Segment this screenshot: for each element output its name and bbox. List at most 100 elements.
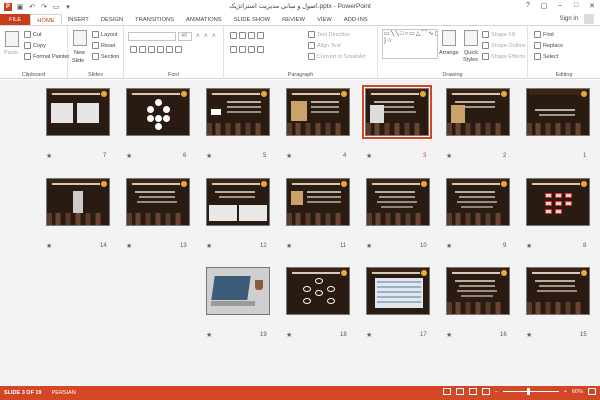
zoom-in-icon[interactable]: + (564, 389, 567, 395)
shape-fill-button[interactable]: Shape Fill (482, 31, 515, 38)
slide-number-16: 16 (500, 332, 507, 338)
find-button[interactable]: Find (534, 31, 554, 38)
slide-thumbnail-6[interactable] (126, 88, 190, 136)
cut-button[interactable]: Cut (24, 31, 42, 38)
new-slide-icon[interactable] (73, 30, 87, 46)
arrange-icon[interactable] (442, 30, 456, 46)
ribbon-display-icon[interactable]: ▢ (536, 0, 552, 11)
editing-group-label: Editing (555, 72, 573, 78)
paste-button[interactable]: Paste (4, 50, 18, 56)
new-slide-button[interactable]: New (74, 50, 85, 56)
layout-icon (92, 31, 99, 38)
slide-thumbnail-3[interactable] (362, 85, 432, 139)
section-icon (92, 53, 99, 60)
text-direction-label: Text Direction (317, 31, 351, 38)
slide-thumbnail-8[interactable] (526, 178, 590, 226)
language-indicator[interactable]: PERSIAN (52, 390, 76, 396)
reset-icon (92, 42, 99, 49)
shape-fill-label: Shape Fill (491, 31, 516, 38)
font-size-combo[interactable]: 40 (178, 32, 192, 41)
slide-indicator: SLIDE 3 OF 19 (4, 390, 42, 396)
clear-format-button[interactable]: A (212, 33, 216, 39)
arrange-button[interactable]: Arrange (439, 50, 459, 56)
zoom-level[interactable]: 60% (572, 389, 583, 395)
fit-to-window-icon[interactable] (588, 388, 596, 395)
fill-icon (482, 31, 489, 38)
zoom-out-icon[interactable]: – (495, 389, 498, 395)
slide-number-13: 13 (180, 243, 187, 249)
slide-thumbnail-15[interactable] (526, 267, 590, 315)
slide-thumbnail-2[interactable] (446, 88, 510, 136)
avatar[interactable] (584, 14, 594, 24)
slide-thumbnail-18[interactable] (286, 267, 350, 315)
copy-button[interactable]: Copy (24, 42, 46, 49)
shape-effects-button[interactable]: Shape Effects (482, 53, 525, 60)
slide-thumbnail-19[interactable] (206, 267, 270, 315)
select-button[interactable]: Select (534, 53, 558, 60)
close-icon[interactable]: ✕ (584, 0, 600, 11)
align-left-icon (230, 46, 237, 53)
zoom-slider[interactable] (502, 388, 559, 395)
slide-thumbnail-9[interactable] (446, 178, 510, 226)
shape-outline-button[interactable]: Shape Outline (482, 42, 526, 49)
align-button[interactable] (230, 46, 264, 53)
font-name-combo[interactable] (128, 32, 176, 41)
slide-number-17: 17 (420, 332, 427, 338)
slide-thumbnail-11[interactable] (286, 178, 350, 226)
find-label: Find (543, 31, 554, 38)
reading-view-icon[interactable] (468, 388, 477, 395)
slide-thumbnail-17[interactable] (366, 267, 430, 315)
slide-number-5: 5 (263, 153, 267, 159)
grow-font-button[interactable]: A (196, 33, 200, 39)
help-icon[interactable]: ? (520, 0, 536, 11)
slide-thumbnail-7[interactable] (46, 88, 110, 136)
slide-thumbnail-13[interactable] (126, 178, 190, 226)
powerpoint-window: P ▣ ↶ ↷ ▭ ▾ اصول و مبانی مدیریت استراتژی… (0, 0, 600, 400)
convert-smartart-button[interactable]: Convert to SmartArt (308, 53, 366, 60)
slide-animation-icon-5: ★ (206, 153, 213, 160)
slide-thumbnail-14[interactable] (46, 178, 110, 226)
window-controls: ? ▢ – □ ✕ (520, 0, 600, 11)
slide-thumbnail-12[interactable] (206, 178, 270, 226)
strikethrough-icon (157, 46, 164, 53)
paragraph-group: Text Direction Align Text Convert to Sma… (224, 26, 378, 79)
text-direction-button[interactable]: Text Direction (308, 31, 350, 38)
slide-thumbnail-16[interactable] (446, 267, 510, 315)
sign-in-link[interactable]: Sign in (560, 16, 578, 22)
bold-button[interactable] (130, 46, 182, 53)
slide-sorter-view-icon[interactable] (455, 388, 464, 395)
slide-animation-icon-3: ★ (366, 153, 373, 160)
align-text-button[interactable]: Align Text (308, 42, 341, 49)
minimize-icon[interactable]: – (552, 0, 568, 11)
maximize-icon[interactable]: □ (568, 0, 584, 11)
slide-thumbnail-10[interactable] (366, 178, 430, 226)
section-label: Section (101, 53, 120, 60)
shrink-font-button[interactable]: A (204, 33, 208, 39)
align-text-label: Align Text (317, 42, 341, 49)
zoom-slider-thumb[interactable] (526, 388, 530, 395)
replace-button[interactable]: Replace (534, 42, 563, 49)
slideshow-view-icon[interactable] (481, 388, 490, 395)
align-right-icon (248, 46, 255, 53)
normal-view-icon[interactable] (442, 388, 451, 395)
format-painter-button[interactable]: Format Painter (24, 53, 69, 60)
bullets-button[interactable] (230, 32, 264, 39)
layout-button[interactable]: Layout (92, 31, 118, 38)
slide-number-9: 9 (503, 243, 507, 249)
paste-icon[interactable] (5, 31, 19, 47)
slide-animation-icon-17: ★ (366, 332, 373, 339)
reset-button[interactable]: Reset (92, 42, 115, 49)
quick-styles-button[interactable]: Quick (464, 50, 478, 56)
slide-thumbnail-4[interactable] (286, 88, 350, 136)
section-button[interactable]: Section (92, 53, 119, 60)
shapes-gallery[interactable]: ▭╲╲□○▭△⌒∿▢◻▷↗⇦⇨{ }☆ (382, 29, 438, 59)
bullets-icon (230, 32, 237, 39)
slide-number-19: 19 (260, 332, 267, 338)
copy-icon (24, 42, 31, 49)
slide-number-8: 8 (583, 243, 587, 249)
slide-thumbnail-5[interactable] (206, 88, 270, 136)
slide-thumbnail-1[interactable] (526, 88, 590, 136)
format-painter-label: Format Painter (33, 53, 70, 60)
quick-styles-icon[interactable] (464, 30, 478, 46)
font-color-icon (175, 46, 182, 53)
